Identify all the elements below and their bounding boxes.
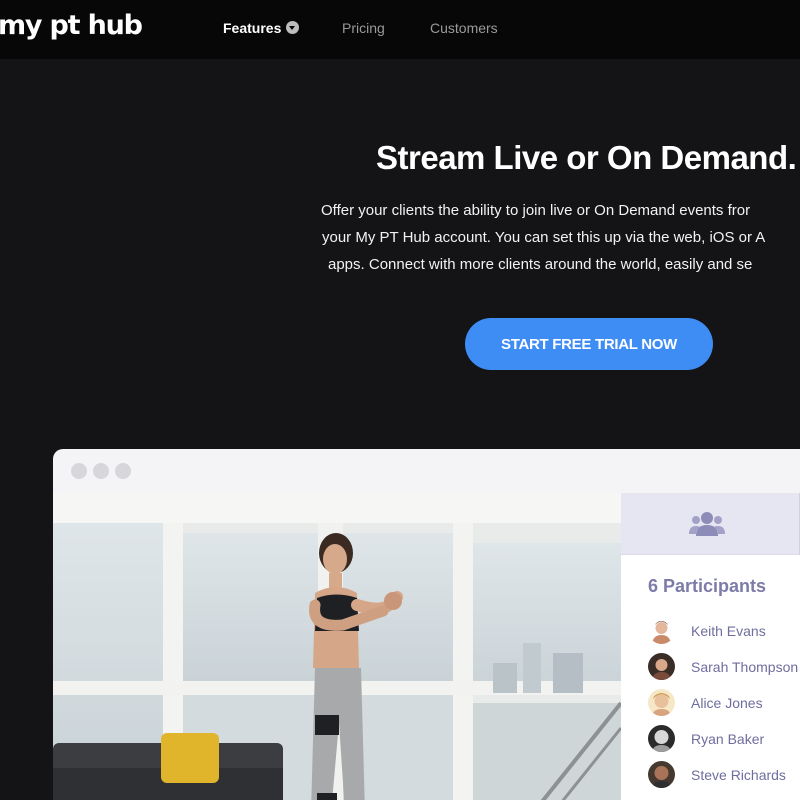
participants-panel: 6 Participants Keith Evans Sarah Thompso… [621, 493, 800, 800]
participant-name: Alice Jones [691, 695, 763, 711]
participant-item[interactable]: Keith Evans [648, 617, 800, 647]
start-free-trial-button[interactable]: START FREE TRIAL NOW [465, 318, 713, 370]
participants-count: 6 Participants [648, 576, 767, 596]
video-stream[interactable] [53, 493, 621, 800]
nav-pricing[interactable]: Pricing [342, 20, 385, 36]
nav-customers[interactable]: Customers [430, 20, 498, 36]
page: my pt hub Features Pricing Customers Str… [0, 0, 800, 800]
avatar [648, 725, 675, 752]
hero-description-line: your My PT Hub account. You can set this… [322, 229, 766, 246]
app-window: 6 Participants Keith Evans Sarah Thompso… [53, 449, 800, 800]
logo[interactable]: my pt hub [0, 10, 143, 41]
hero-title: Stream Live or On Demand. [376, 139, 797, 176]
top-nav: my pt hub Features Pricing Customers [0, 0, 800, 59]
nav-features[interactable]: Features [223, 20, 300, 36]
participant-item[interactable]: Alice Jones [648, 689, 800, 719]
window-dot-icon [93, 463, 109, 479]
chevron-down-icon [286, 21, 300, 34]
participant-item[interactable]: Steve Richards [648, 761, 800, 791]
participants-tab[interactable] [621, 493, 799, 555]
participants-group-icon [689, 512, 725, 536]
hero-description-line: Offer your clients the ability to join l… [321, 202, 751, 219]
nav-features-label: Features [223, 20, 282, 36]
avatar [648, 761, 675, 788]
avatar [648, 689, 675, 716]
participant-name: Sarah Thompson [691, 659, 799, 675]
avatar [648, 653, 675, 680]
workout-video-image [53, 493, 621, 800]
participant-name: Ryan Baker [691, 731, 765, 747]
hero-description-line: apps. Connect with more clients around t… [328, 256, 753, 273]
participant-item[interactable]: Sarah Thompson [648, 653, 800, 683]
window-dot-icon [115, 463, 131, 479]
avatar [648, 617, 675, 644]
participant-name: Steve Richards [691, 767, 786, 783]
panel-tab-bar [621, 493, 800, 555]
participant-name: Keith Evans [691, 623, 766, 639]
participant-item[interactable]: Ryan Baker [648, 725, 800, 755]
window-dot-icon [71, 463, 87, 479]
